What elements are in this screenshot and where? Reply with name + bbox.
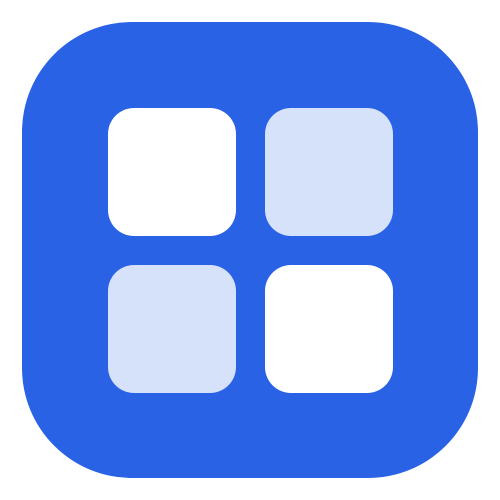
grid-square-bottom-right [265,265,393,393]
app-grid-icon[interactable] [22,22,478,478]
grid-square-top-left [108,108,236,236]
grid-square-top-right [265,108,393,236]
icon-canvas [0,0,500,500]
grid-square-bottom-left [108,265,236,393]
